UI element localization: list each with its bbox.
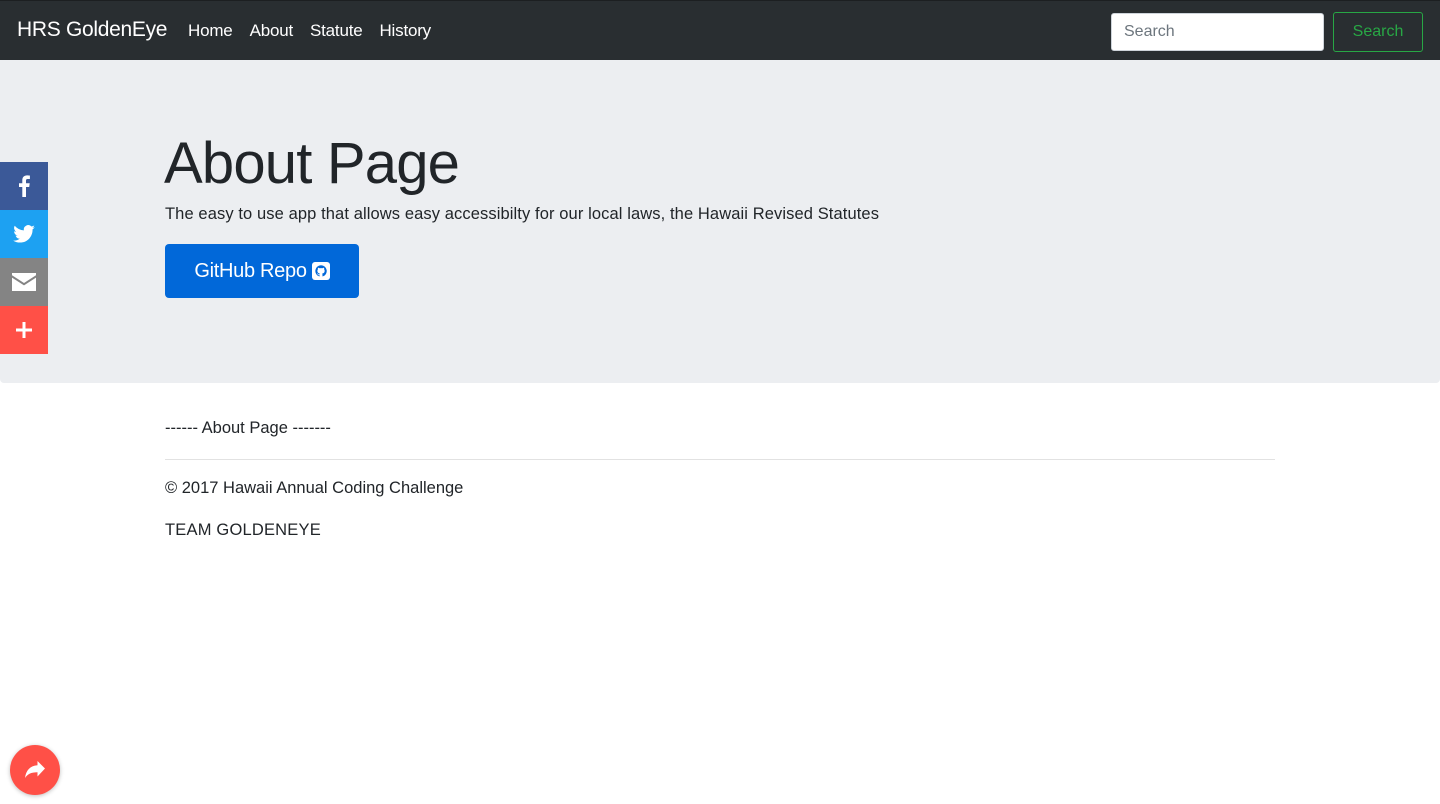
nav-links: Home About Statute History — [188, 21, 448, 41]
email-icon — [12, 273, 36, 291]
github-repo-button[interactable]: GitHub Repo — [165, 244, 359, 298]
plus-icon — [16, 322, 32, 338]
github-icon — [311, 262, 330, 280]
floating-share-button[interactable] — [10, 745, 60, 795]
share-arrow-icon — [25, 761, 45, 778]
copyright-text: © 2017 Hawaii Annual Coding Challenge — [165, 479, 464, 497]
jumbotron: About Page The easy to use app that allo… — [0, 60, 1440, 383]
github-button-label: GitHub Repo — [194, 259, 307, 282]
brand-link[interactable]: HRS GoldenEye — [17, 18, 167, 42]
section-divider-text: ------ About Page ------- — [165, 419, 331, 437]
share-email-button[interactable] — [0, 258, 48, 306]
nav-home[interactable]: Home — [188, 21, 233, 41]
nav-about[interactable]: About — [250, 21, 294, 41]
share-more-button[interactable] — [0, 306, 48, 354]
share-sidebar — [0, 162, 48, 354]
navbar: HRS GoldenEye Home About Statute History… — [0, 0, 1440, 60]
share-twitter-button[interactable] — [0, 210, 48, 258]
lead-text: The easy to use app that allows easy acc… — [165, 205, 880, 223]
search-button[interactable]: Search — [1333, 12, 1423, 52]
share-facebook-button[interactable] — [0, 162, 48, 210]
nav-history[interactable]: History — [379, 21, 431, 41]
team-text: TEAM GOLDENEYE — [165, 521, 321, 539]
twitter-icon — [13, 225, 35, 243]
search-input[interactable] — [1111, 13, 1324, 51]
horizontal-rule — [165, 459, 1275, 460]
nav-statute[interactable]: Statute — [310, 21, 363, 41]
page-title: About Page — [164, 131, 460, 196]
facebook-icon — [19, 175, 30, 197]
